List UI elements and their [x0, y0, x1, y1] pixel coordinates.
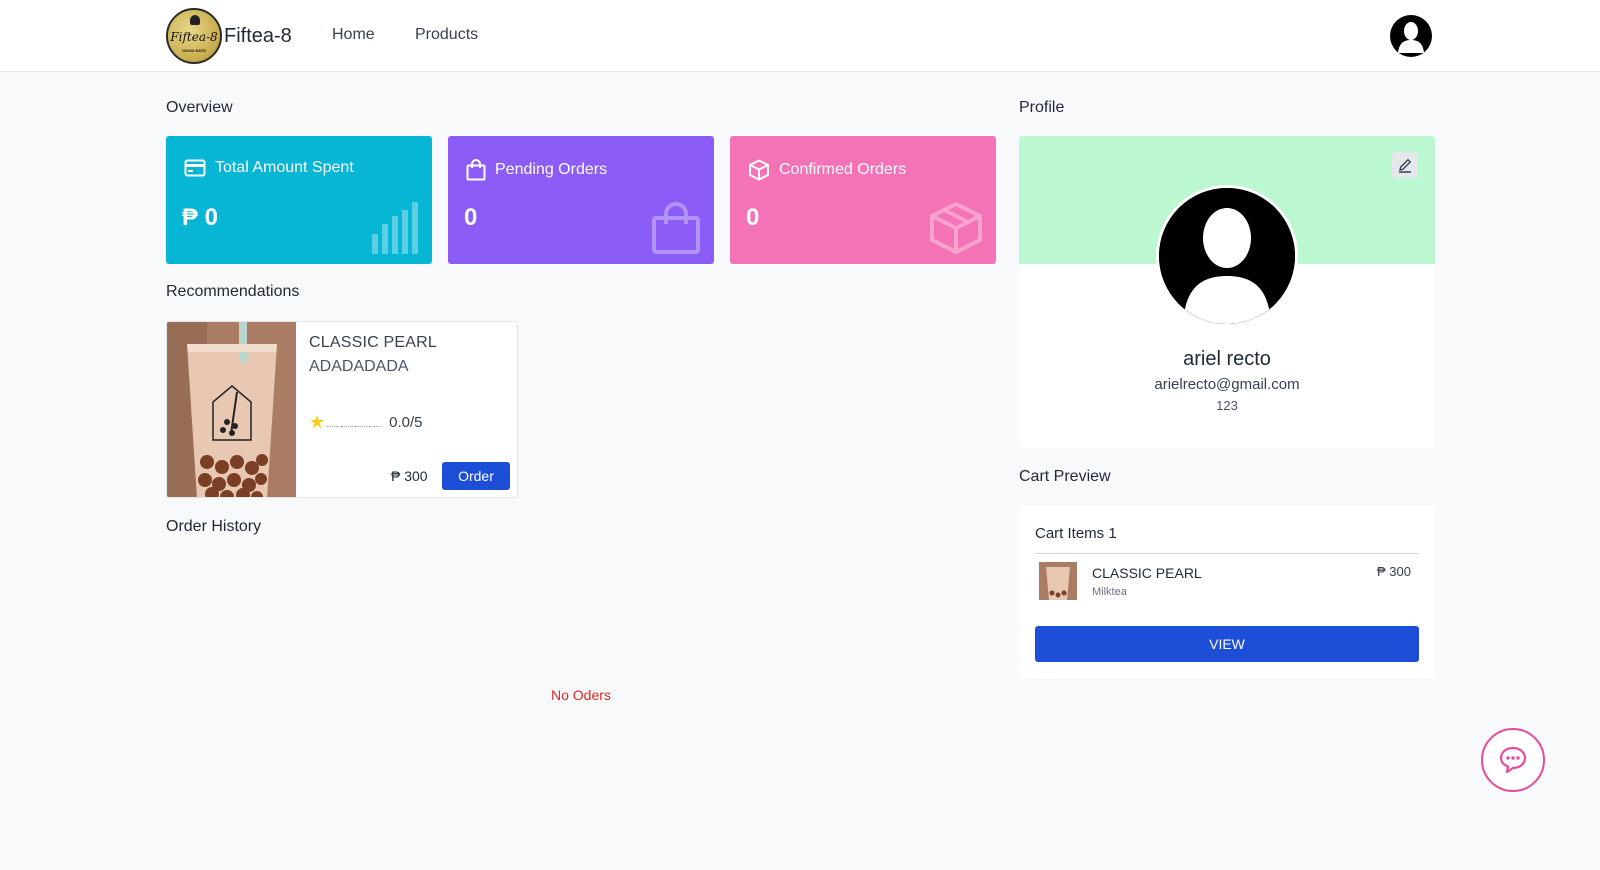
- chat-button[interactable]: [1481, 728, 1545, 792]
- stat-label-pending-orders: Pending Orders: [495, 161, 608, 178]
- stat-card-confirmed-orders: Confirmed Orders 0: [730, 136, 996, 264]
- brand-logo-image: Fiftea-8 GOOD EATS: [166, 8, 222, 64]
- user-silhouette-icon: [1159, 188, 1295, 324]
- user-silhouette-icon: [1391, 16, 1431, 56]
- cart-item-image: [1039, 562, 1077, 600]
- cart-item-price: ₱ 300: [1377, 564, 1411, 579]
- product-price: ₱ 300: [391, 468, 428, 484]
- profile-heading: Profile: [1019, 99, 1065, 116]
- cart-preview-card: Cart Items 1 CLASSIC PEARL Milktea ₱ 300…: [1019, 505, 1435, 679]
- cart-preview-heading: Cart Preview: [1019, 468, 1111, 485]
- stat-card-total-spent: Total Amount Spent ₱ 0: [166, 136, 432, 264]
- brand-name[interactable]: Fiftea-8: [224, 25, 292, 48]
- user-menu-avatar[interactable]: [1390, 15, 1432, 57]
- profile-avatar: [1156, 185, 1298, 327]
- recommendations-heading: Recommendations: [166, 283, 300, 300]
- star-filled-icon: ★: [309, 412, 326, 432]
- view-cart-button[interactable]: VIEW: [1035, 626, 1419, 662]
- order-history-empty: No Oders: [551, 687, 611, 703]
- product-name: CLASSIC PEARL: [309, 334, 437, 351]
- star-empty-icon: [341, 417, 354, 427]
- profile-name: ariel recto: [1183, 348, 1271, 370]
- stat-value-confirmed-orders: 0: [746, 204, 760, 231]
- profile-phone: 123: [1216, 398, 1238, 413]
- product-rating-text: 0.0/5: [389, 414, 423, 431]
- product-rating: ★ 0.0/5: [309, 412, 423, 433]
- product-description: ADADADADA: [309, 358, 409, 375]
- bar-chart-icon: [372, 202, 418, 254]
- cart-item-category: Milktea: [1092, 586, 1127, 598]
- shopping-bag-icon: [652, 202, 700, 254]
- chat-bubble-icon: [1499, 746, 1527, 774]
- stat-label-confirmed-orders: Confirmed Orders: [779, 161, 907, 178]
- cart-item-name: CLASSIC PEARL: [1092, 565, 1202, 581]
- profile-card: ariel recto arielrecto@gmail.com 123: [1019, 136, 1435, 448]
- profile-email: arielrecto@gmail.com: [1154, 376, 1300, 393]
- nav-link-home[interactable]: Home: [332, 26, 375, 44]
- credit-card-icon: [184, 159, 206, 177]
- star-empty-icon: [355, 417, 368, 427]
- edit-profile-button[interactable]: [1392, 152, 1418, 178]
- order-history-heading: Order History: [166, 518, 262, 535]
- stat-label-total-spent: Total Amount Spent: [215, 159, 354, 176]
- product-image: [167, 322, 296, 497]
- box-icon: [930, 202, 982, 254]
- box-icon: [749, 159, 769, 181]
- star-empty-icon: [327, 417, 340, 427]
- pencil-icon: [1399, 158, 1412, 173]
- recommendation-card[interactable]: CLASSIC PEARL ADADADADA ★ 0.0/5 ₱ 300 Or…: [166, 321, 518, 498]
- order-button[interactable]: Order: [442, 462, 510, 490]
- brand-logo-link[interactable]: Fiftea-8 GOOD EATS Fiftea-8: [166, 8, 292, 64]
- top-navbar: Fiftea-8 GOOD EATS Fiftea-8 Home Product…: [0, 0, 1600, 72]
- stat-card-pending-orders: Pending Orders 0: [448, 136, 714, 264]
- cart-items-count: Cart Items 1: [1035, 525, 1117, 542]
- star-empty-icon: [369, 417, 382, 427]
- shopping-bag-icon: [466, 159, 486, 181]
- stat-value-pending-orders: 0: [464, 204, 478, 231]
- nav-link-products[interactable]: Products: [415, 26, 478, 44]
- divider: [1035, 553, 1419, 554]
- stat-value-total-spent: ₱ 0: [182, 204, 219, 231]
- overview-heading: Overview: [166, 99, 233, 116]
